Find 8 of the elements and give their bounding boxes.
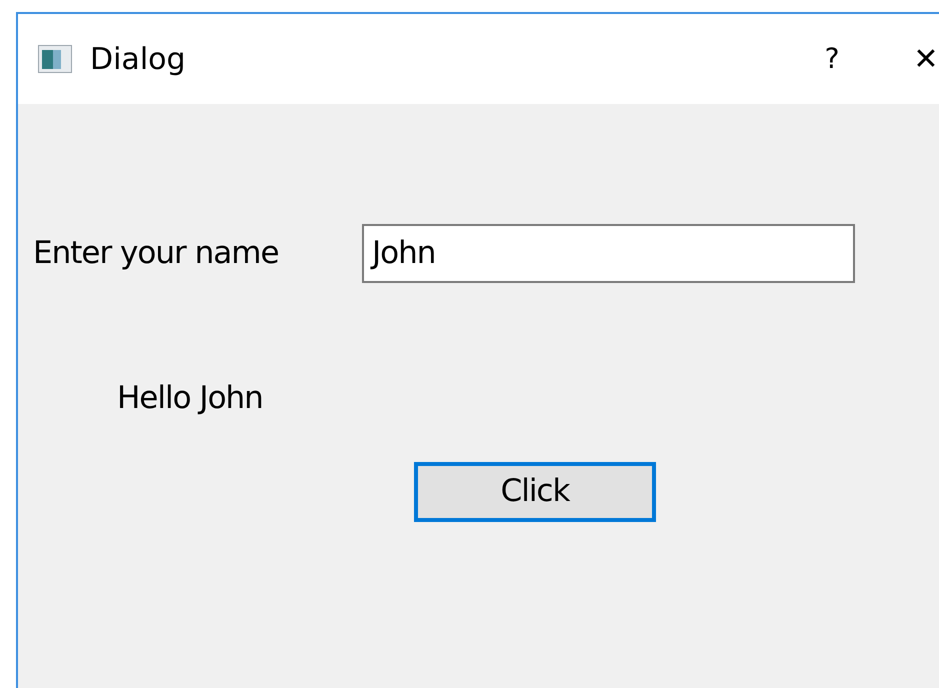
- click-button[interactable]: Click: [414, 462, 656, 522]
- help-button[interactable]: ?: [802, 38, 862, 80]
- name-label: Enter your name: [33, 234, 280, 274]
- window-icon: [38, 45, 72, 73]
- close-button[interactable]: ✕: [896, 36, 939, 82]
- name-input-field[interactable]: John: [362, 224, 855, 283]
- greeting-text: Hello John: [117, 379, 264, 418]
- window-title: Dialog: [90, 40, 186, 78]
